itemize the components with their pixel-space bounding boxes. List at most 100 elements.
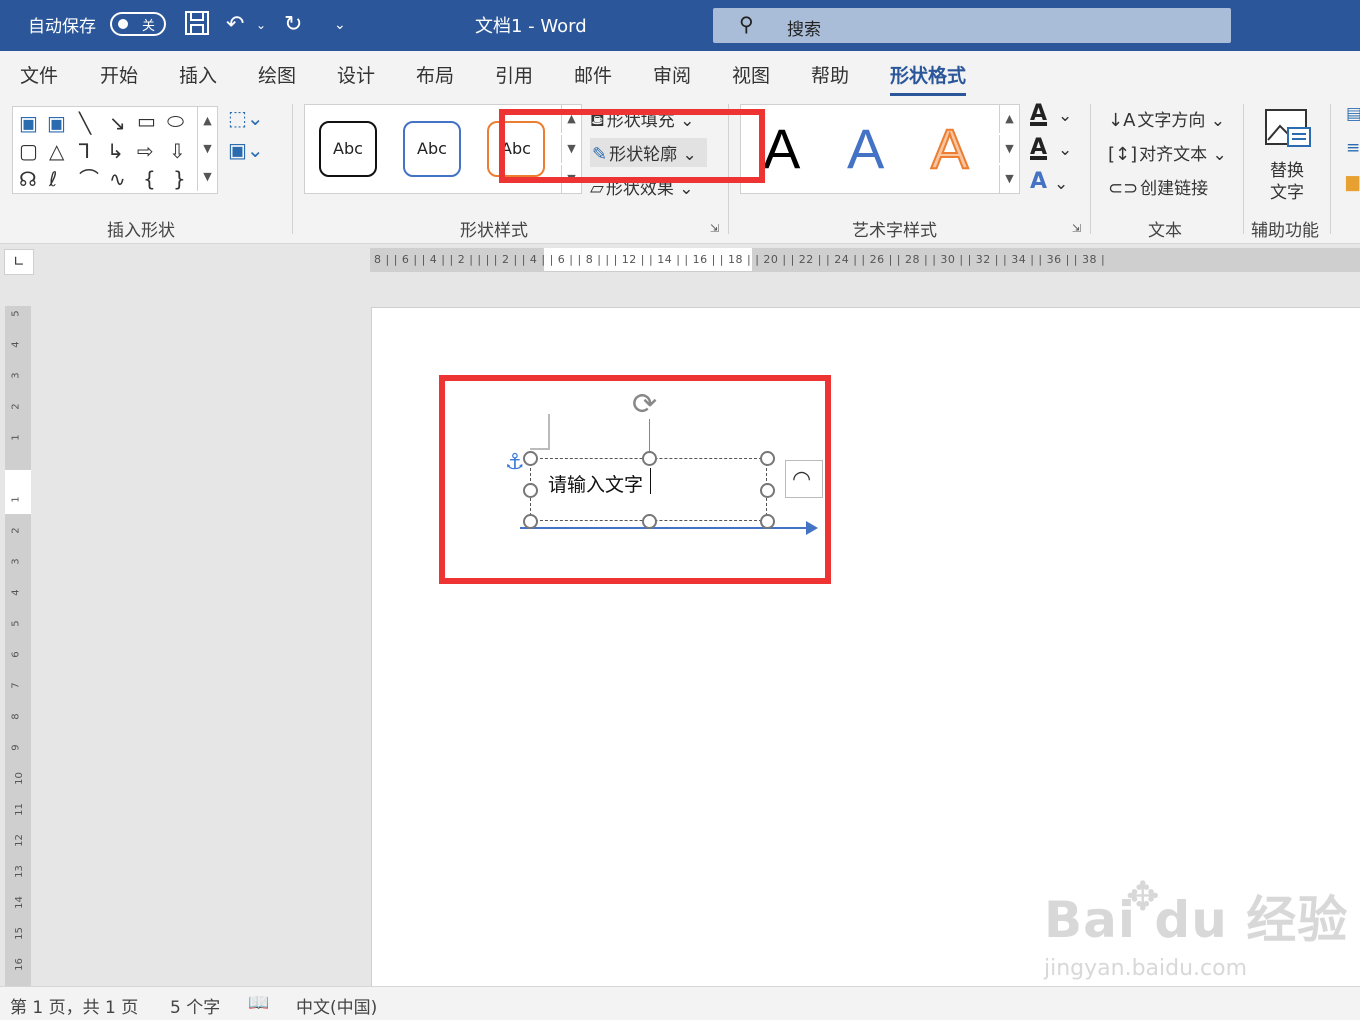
alt-text-button[interactable]: 替换 文字 xyxy=(1262,106,1314,206)
gallery-more[interactable]: ▼ xyxy=(197,163,217,191)
text-direction-icon: ↓A xyxy=(1108,110,1136,131)
oval-shape-icon[interactable]: ⬭ xyxy=(167,111,184,131)
vruler-num: 2 xyxy=(10,527,22,534)
tab-home[interactable]: 开始 xyxy=(100,61,138,88)
triangle-shape-icon[interactable]: △ xyxy=(49,141,64,161)
autosave-toggle[interactable]: 关 xyxy=(110,12,166,36)
text-effects-dropdown-icon[interactable]: ⌄ xyxy=(1054,174,1068,194)
vertical-ruler[interactable]: 5 4 3 2 1 1 2 3 4 5 6 7 8 9 10 11 12 13 … xyxy=(5,306,31,986)
tab-references[interactable]: 引用 xyxy=(495,61,533,88)
tab-draw[interactable]: 绘图 xyxy=(258,61,296,88)
wordart-gallery[interactable]: A A A ▲ ▼ ▼ xyxy=(740,104,1020,194)
search-box[interactable]: ⚲ 搜索 xyxy=(713,8,1231,43)
wordart-scroll-up[interactable]: ▲ xyxy=(999,105,1019,133)
tab-design[interactable]: 设计 xyxy=(337,61,375,88)
elbow-connector-icon[interactable]: ⅂ xyxy=(79,141,90,161)
proofing-icon[interactable]: 📖 xyxy=(248,993,269,1013)
ruler-ticks: 8 | | 6 | | 4 | | 2 | | | | 2 | | 4 | | … xyxy=(374,253,1106,266)
shape-style-blue[interactable]: Abc xyxy=(403,121,461,177)
wordart-group-label: 艺术字样式 xyxy=(852,221,937,241)
language-indicator[interactable]: 中文(中国) xyxy=(296,993,377,1018)
shape-styles-launcher-icon[interactable]: ⇲ xyxy=(710,222,719,235)
right-brace-icon[interactable]: } xyxy=(173,169,186,189)
create-link-button[interactable]: ⊂⊃ 创建链接 xyxy=(1108,174,1208,199)
arrange-icon[interactable]: ▤ xyxy=(1346,104,1360,124)
customize-qat-icon[interactable]: ⌄ xyxy=(334,10,346,40)
vertical-text-box-icon[interactable]: ▣ xyxy=(47,113,66,133)
text-fill-icon[interactable]: A xyxy=(1030,102,1047,126)
undo-dropdown-icon[interactable]: ⌄ xyxy=(256,10,266,40)
redo-icon[interactable]: ↻ xyxy=(284,10,302,40)
vruler-num: 12 xyxy=(13,834,25,847)
tab-review[interactable]: 审阅 xyxy=(653,61,691,88)
draw-text-box-icon[interactable]: ▣⌄ xyxy=(228,140,264,160)
vruler-num: 9 xyxy=(10,744,22,751)
text-box-icon[interactable]: ▣ xyxy=(19,113,38,133)
vruler-num: 5 xyxy=(10,620,22,627)
vruler-num: 11 xyxy=(13,803,25,816)
wordart-scroll-down[interactable]: ▼ xyxy=(999,135,1019,163)
align-text-icon: [↕] xyxy=(1108,144,1138,165)
vruler-num: 8 xyxy=(10,713,22,720)
tab-layout[interactable]: 布局 xyxy=(416,61,454,88)
alt-text-label-2: 文字 xyxy=(1270,183,1304,203)
vruler-num: 10 xyxy=(13,772,25,785)
word-count[interactable]: 5 个字 xyxy=(170,993,220,1018)
search-placeholder: 搜索 xyxy=(787,20,821,40)
text-outline-icon[interactable]: A xyxy=(1030,136,1047,160)
align-text-button[interactable]: [↕] 对齐文本 ⌄ xyxy=(1108,140,1227,165)
down-arrow-shape-icon[interactable]: ⇩ xyxy=(169,141,186,161)
document-title: 文档1 - Word xyxy=(475,16,587,37)
ribbon-tabs: 文件 开始 插入 绘图 设计 布局 引用 邮件 审阅 视图 帮助 形状格式 xyxy=(0,51,1360,98)
tab-view[interactable]: 视图 xyxy=(732,61,770,88)
tab-selector[interactable]: ∟ xyxy=(4,249,34,275)
wordart-blue[interactable]: A xyxy=(847,119,884,179)
tab-mailings[interactable]: 邮件 xyxy=(574,61,612,88)
shape-style-black[interactable]: Abc xyxy=(319,121,377,177)
highlight-text-box xyxy=(439,375,831,584)
tab-file[interactable]: 文件 xyxy=(20,61,58,88)
left-brace-icon[interactable]: { xyxy=(143,169,156,189)
wordart-orange-outline[interactable]: A xyxy=(930,118,969,180)
tab-help[interactable]: 帮助 xyxy=(811,61,849,88)
save-icon[interactable] xyxy=(184,10,210,45)
link-icon: ⊂⊃ xyxy=(1108,178,1139,199)
page-count[interactable]: 第 1 页，共 1 页 xyxy=(10,993,138,1018)
wordart-launcher-icon[interactable]: ⇲ xyxy=(1072,222,1081,235)
horizontal-ruler[interactable]: 8 | | 6 | | 4 | | 2 | | | | 2 | | 4 | | … xyxy=(370,248,1360,272)
arc-shape-icon[interactable]: ⌒ xyxy=(79,169,99,189)
text-fill-dropdown-icon[interactable]: ⌄ xyxy=(1058,106,1072,126)
text-direction-button[interactable]: ↓A 文字方向 ⌄ xyxy=(1108,106,1225,131)
elbow-arrow-connector-icon[interactable]: ↳ xyxy=(107,141,124,161)
shapes-gallery[interactable]: ▣ ▣ ╲ ↘ ▭ ⬭ ▢ △ ⅂ ↳ ⇨ ⇩ ☊ ℓ ⌒ ∿ { } ▲ ▼ … xyxy=(12,106,218,194)
undo-icon[interactable]: ↶ xyxy=(226,10,244,40)
vruler-num: 1 xyxy=(10,496,22,503)
text-effects-icon[interactable]: A xyxy=(1030,170,1047,194)
curve-shape-icon[interactable]: ∿ xyxy=(109,169,126,189)
align-icon[interactable]: ≡ xyxy=(1346,138,1360,158)
freeform-shape-icon[interactable]: ☊ xyxy=(19,169,37,189)
vruler-num: 15 xyxy=(13,927,25,940)
tab-insert[interactable]: 插入 xyxy=(179,61,217,88)
right-arrow-shape-icon[interactable]: ⇨ xyxy=(137,141,154,161)
vruler-num: 3 xyxy=(10,372,22,379)
rectangle-shape-icon[interactable]: ▭ xyxy=(137,111,156,131)
paw-logo-icon: ✥ xyxy=(1126,874,1160,920)
group-objects-icon[interactable]: ▆ xyxy=(1346,172,1359,192)
wordart-more[interactable]: ▼ xyxy=(999,165,1019,193)
line-shape-icon[interactable]: ╲ xyxy=(79,113,91,133)
vruler-num: 7 xyxy=(10,682,22,689)
edit-shape-icon[interactable]: ⬚⌄ xyxy=(228,108,264,128)
gallery-scroll-up[interactable]: ▲ xyxy=(197,107,217,135)
scribble-shape-icon[interactable]: ℓ xyxy=(49,169,57,189)
watermark-brand: Bai du 经验 xyxy=(1044,891,1349,949)
align-text-label: 对齐文本 xyxy=(1139,145,1208,165)
toggle-knob xyxy=(118,19,128,29)
wordart-black[interactable]: A xyxy=(763,119,800,179)
rounded-rectangle-icon[interactable]: ▢ xyxy=(19,141,38,161)
baidu-watermark: ✥ Bai du 经验 jingyan.baidu.com xyxy=(1044,874,1349,981)
arrow-line-shape-icon[interactable]: ↘ xyxy=(109,113,126,133)
gallery-scroll-down[interactable]: ▼ xyxy=(197,135,217,163)
tab-shape-format[interactable]: 形状格式 xyxy=(890,61,967,96)
text-outline-dropdown-icon[interactable]: ⌄ xyxy=(1058,140,1072,160)
